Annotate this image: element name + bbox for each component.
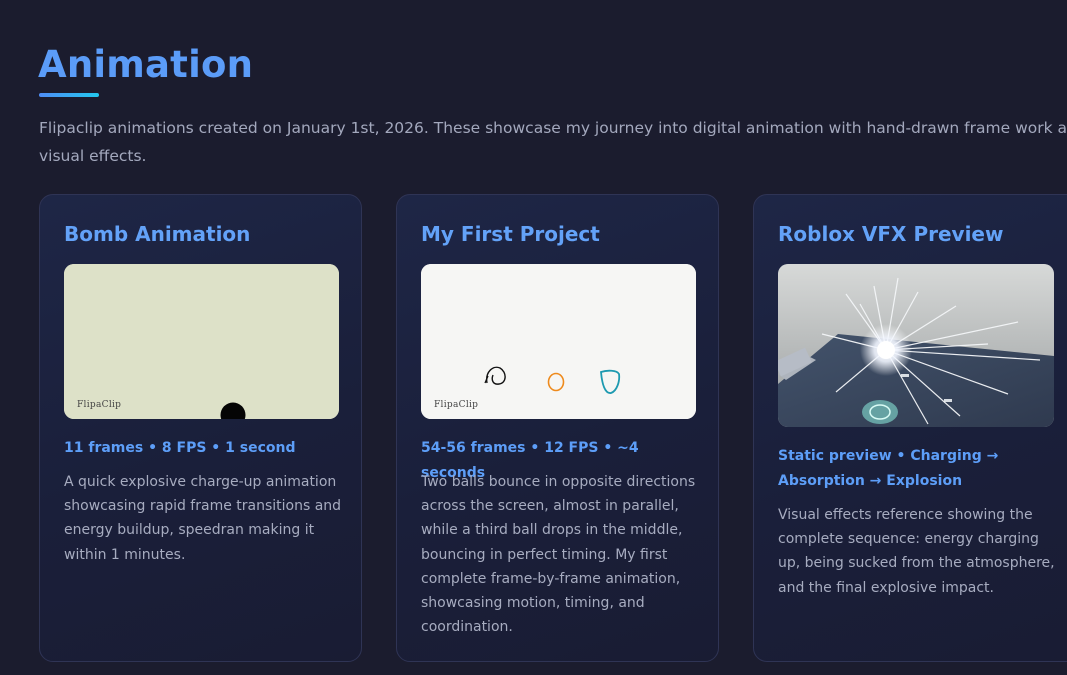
roblox-vfx-preview[interactable]	[778, 264, 1054, 427]
bomb-frame-image	[64, 264, 339, 419]
page-title: Animation	[38, 43, 254, 86]
card-meta: Static preview • Charging → Absorption →…	[778, 448, 999, 489]
card-title: Bomb Animation	[64, 222, 251, 246]
bouncing-balls-frame-image	[421, 264, 696, 419]
first-project-preview[interactable]: FlipaClip	[421, 264, 696, 419]
flipaclip-watermark: FlipaClip	[434, 400, 479, 410]
animation-card-roblox-vfx[interactable]: Roblox VFX Preview Static preview • Char…	[753, 194, 1067, 662]
bomb-animation-preview[interactable]: FlipaClip	[64, 264, 339, 419]
section-intro: Flipaclip animations created on January …	[39, 119, 1067, 165]
animation-section: Animation Flipaclip animations created o…	[0, 0, 1067, 675]
card-description: Two balls bounce in opposite directions …	[421, 474, 696, 636]
title-underline	[39, 93, 99, 97]
flipaclip-watermark: FlipaClip	[77, 400, 122, 410]
card-meta: 11 frames • 8 FPS • 1 second	[64, 440, 296, 456]
animation-card-first-project[interactable]: My First Project FlipaClip 54-56 frames …	[396, 194, 719, 662]
card-description: A quick explosive charge-up animation sh…	[64, 474, 342, 563]
card-description: Visual effects reference showing the com…	[778, 507, 1055, 596]
animation-card-bomb[interactable]: Bomb Animation FlipaClip 11 frames • 8 F…	[39, 194, 362, 662]
roblox-vfx-explosion-image	[778, 264, 1054, 427]
card-title: Roblox VFX Preview	[778, 222, 1004, 246]
card-title: My First Project	[421, 222, 600, 246]
